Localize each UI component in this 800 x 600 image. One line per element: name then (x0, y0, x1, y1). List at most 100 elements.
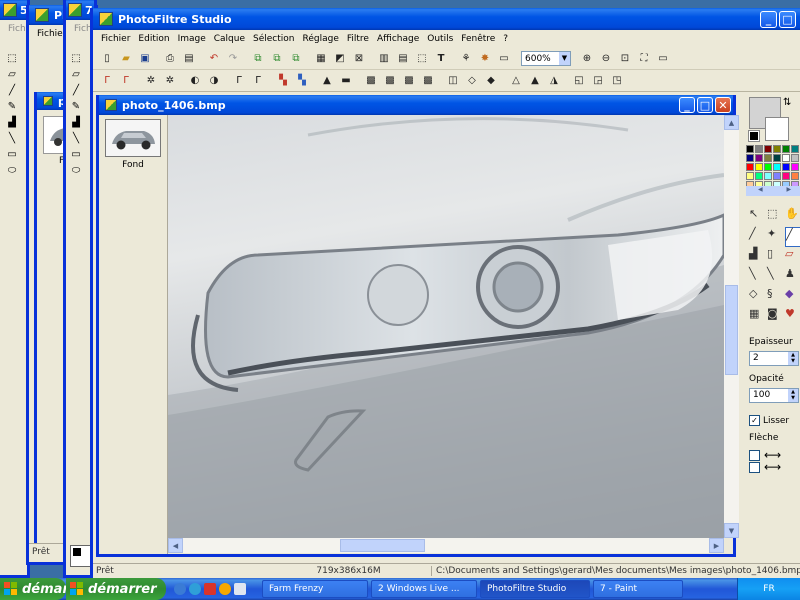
copy-icon[interactable]: ⧉ (250, 51, 266, 67)
flip-horizontal-icon[interactable]: ◫ (445, 73, 461, 89)
palette-right-icon[interactable]: ▶ (786, 186, 791, 196)
palette-left-icon[interactable]: ◀ (758, 186, 763, 196)
zoom-out-icon[interactable]: ⊖ (598, 51, 614, 67)
scroll-left-icon[interactable]: ◀ (168, 538, 183, 553)
layer-icon[interactable]: ▥ (376, 51, 392, 67)
menu-fichier[interactable]: Fichier (97, 34, 134, 44)
text-icon[interactable]: T (433, 51, 449, 67)
doc-minimize-button[interactable]: _ (679, 97, 695, 113)
select-tool-icon[interactable]: ⬚ (4, 50, 20, 66)
select-tool-icon[interactable]: ⬚ (68, 50, 84, 66)
menu-filtre[interactable]: Filtre (343, 34, 373, 44)
palette-color-swatch[interactable] (773, 172, 781, 180)
plugin-icon[interactable]: ✸ (477, 51, 493, 67)
filter-3-icon[interactable]: ▩ (401, 73, 417, 89)
ellipse-icon[interactable]: ⬭ (4, 162, 20, 178)
brush-icon[interactable]: ╲ (749, 267, 767, 287)
brightness-plus-icon[interactable]: ✲ (143, 73, 159, 89)
media-icon[interactable] (234, 583, 246, 595)
arrow-start-checkbox[interactable] (749, 449, 760, 461)
palette-color-swatch[interactable] (764, 145, 772, 153)
menu-affichage[interactable]: Affichage (373, 34, 423, 44)
browser-icon[interactable] (189, 583, 201, 595)
deform-icon[interactable]: ◆ (785, 287, 800, 307)
eraser-icon[interactable]: ▱ (4, 66, 20, 82)
fit-window-icon[interactable]: ⛶ (636, 51, 652, 67)
layer-thumbnail[interactable] (105, 119, 161, 157)
rotate-180-icon[interactable]: ◳ (609, 73, 625, 89)
browser-icon[interactable]: ⚘ (458, 51, 474, 67)
palette-color-swatch[interactable] (764, 172, 772, 180)
filter-2-icon[interactable]: ▩ (382, 73, 398, 89)
pattern-icon[interactable]: ▦ (749, 307, 767, 327)
preferences-icon[interactable]: ▭ (496, 51, 512, 67)
foreground-color[interactable] (73, 548, 81, 556)
magic-wand-icon[interactable]: ✦ (767, 227, 785, 247)
palette-color-swatch[interactable] (791, 154, 799, 162)
redo-icon[interactable]: ↷ (225, 51, 241, 67)
zoom-select[interactable]: 600% ▼ (521, 51, 571, 66)
pipette-icon[interactable]: ╱ (68, 82, 84, 98)
clone-icon[interactable]: ◙ (767, 307, 785, 327)
advanced-brush-icon[interactable]: ╲ (767, 267, 785, 287)
swap-colors-icon[interactable]: ⇅ (783, 97, 791, 108)
smudge-icon[interactable]: § (767, 287, 785, 307)
color-swatch[interactable] (70, 545, 92, 567)
horizontal-scrollbar[interactable]: ◀ ▶ (168, 538, 724, 553)
palette-color-swatch[interactable] (746, 172, 754, 180)
palette-color-swatch[interactable] (791, 145, 799, 153)
saturation-minus-icon[interactable]: ▚ (294, 73, 310, 89)
palette-color-swatch[interactable] (782, 154, 790, 162)
mirror-icon[interactable]: △ (508, 73, 524, 89)
epaisseur-input[interactable]: 2 ▲ ▼ (749, 351, 799, 366)
sepia-icon[interactable]: ▬ (338, 73, 354, 89)
blur-icon[interactable]: ◇ (464, 73, 480, 89)
taskbar-button-farm-frenzy[interactable]: Farm Frenzy (262, 580, 368, 598)
fill-icon[interactable]: ▟ (68, 114, 84, 130)
palette-color-swatch[interactable] (773, 145, 781, 153)
stamp-icon[interactable]: ♟ (785, 267, 800, 287)
menu-help[interactable]: ? (499, 34, 512, 44)
strawberry-icon[interactable]: ♥ (785, 307, 800, 327)
spinner-icon[interactable]: ▲ ▼ (788, 352, 798, 365)
paste-new-icon[interactable]: ⧉ (288, 51, 304, 67)
maximize-button[interactable]: □ (779, 10, 796, 28)
line-icon[interactable]: ╲ (68, 130, 84, 146)
paste-icon[interactable]: ⧉ (269, 51, 285, 67)
palette-color-swatch[interactable] (791, 172, 799, 180)
image-size-icon[interactable]: ▦ (313, 51, 329, 67)
filter-4-icon[interactable]: ▩ (420, 73, 436, 89)
spray-icon[interactable]: ▯ (767, 247, 785, 267)
rotate-icon[interactable]: ◮ (546, 73, 562, 89)
menu-image[interactable]: Image (174, 34, 210, 44)
menu-edition[interactable]: Edition (134, 34, 173, 44)
save-icon[interactable]: ▣ (137, 51, 153, 67)
flip-vertical-icon[interactable]: ▲ (527, 73, 543, 89)
scan-icon[interactable]: ▤ (181, 51, 197, 67)
doc-maximize-button[interactable]: □ (697, 97, 713, 113)
scroll-down-icon[interactable]: ▼ (724, 523, 739, 538)
rotate-right-icon[interactable]: ◲ (590, 73, 606, 89)
menu-fenetre[interactable]: Fenêtre (457, 34, 499, 44)
auto-contrast-icon[interactable]: Γ (118, 73, 134, 89)
taskbar-button-paint[interactable]: 7 - Paint (593, 580, 683, 598)
arrow-end-option[interactable]: ⟷ (749, 460, 781, 474)
rectangle-icon[interactable]: ▭ (4, 146, 20, 162)
undo-icon[interactable]: ↶ (206, 51, 222, 67)
palette-color-swatch[interactable] (755, 145, 763, 153)
arrow-end-checkbox[interactable] (749, 461, 760, 473)
lisser-checkbox[interactable]: ✓ (749, 415, 760, 426)
line-icon[interactable]: ╲ (4, 130, 20, 146)
background-color-swatch[interactable] (765, 117, 789, 141)
vertical-scrollbar[interactable]: ▲ ▼ (724, 115, 739, 538)
pencil-icon[interactable]: ✎ (68, 98, 84, 114)
messenger-icon[interactable] (219, 583, 231, 595)
palette-color-swatch[interactable] (755, 154, 763, 162)
rotate-left-icon[interactable]: ◱ (571, 73, 587, 89)
photofiltre-window[interactable]: PhotoFiltre Studio _ □ Fichier Edition I… (90, 8, 800, 578)
palette-color-swatch[interactable] (755, 163, 763, 171)
saturation-plus-icon[interactable]: ▚ (275, 73, 291, 89)
select-tool-icon[interactable]: ⬚ (767, 207, 785, 227)
lisser-option[interactable]: ✓ Lisser (749, 415, 789, 426)
menu-outils[interactable]: Outils (423, 34, 457, 44)
